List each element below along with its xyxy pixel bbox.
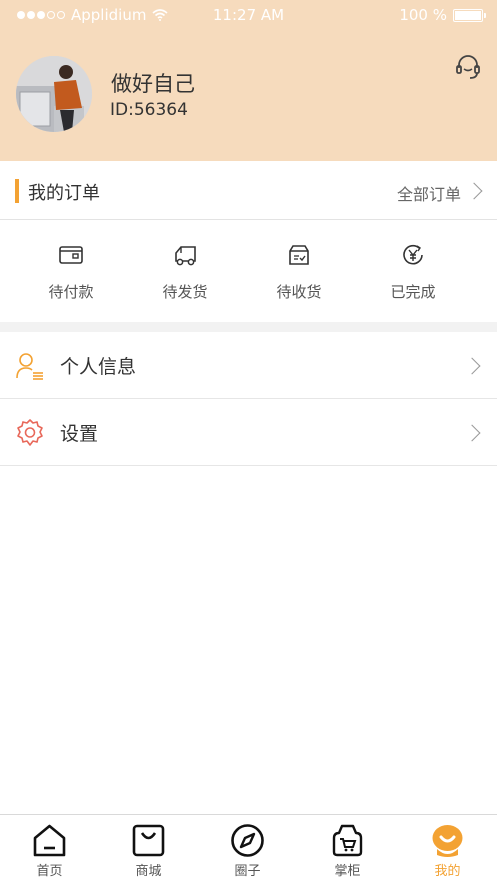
wallet-icon [59, 246, 83, 264]
tab-shopkeeper[interactable]: 掌柜 [298, 815, 397, 883]
menu-item-label: 个人信息 [60, 356, 137, 378]
mine-icon [432, 825, 463, 857]
order-item-label: 待发货 [162, 283, 208, 301]
order-completed[interactable]: 已完成 [356, 221, 470, 322]
user-info-icon [16, 353, 43, 380]
user-id: ID:56364 [110, 100, 188, 120]
order-pending-receipt[interactable]: 待收货 [242, 221, 356, 322]
battery-group: 100 % [399, 6, 486, 24]
home-icon [33, 824, 66, 857]
all-orders-link[interactable]: 全部订单 [397, 181, 461, 205]
menu-item-personal-info[interactable]: 个人信息 [0, 332, 497, 399]
tab-circle[interactable]: 圈子 [198, 815, 297, 883]
order-item-label: 待收货 [276, 283, 322, 301]
my-orders-header: 我的订单 全部订单 [0, 161, 497, 220]
compass-icon [231, 824, 264, 857]
section-accent-bar [15, 179, 19, 203]
username: 做好自己 [111, 72, 195, 96]
my-orders-title: 我的订单 [28, 183, 100, 204]
tab-home[interactable]: 首页 [0, 815, 99, 883]
yen-refresh-icon [403, 244, 423, 265]
inbox-icon [289, 245, 309, 265]
tab-label: 商城 [135, 864, 162, 879]
profile-screen: 做好自己 ID:56364 Applidium 11:27 AM 100 % 我… [0, 0, 497, 883]
tab-label: 掌柜 [334, 864, 361, 879]
bag-icon [132, 824, 165, 857]
order-item-label: 已完成 [390, 283, 436, 301]
order-item-label: 待付款 [48, 283, 94, 301]
cart-bag-icon [332, 824, 363, 857]
chevron-right-icon [465, 182, 483, 200]
chevron-right-icon [463, 357, 481, 375]
order-pending-payment[interactable]: 待付款 [14, 221, 128, 322]
tab-mall[interactable]: 商城 [99, 815, 198, 883]
battery-percent: 100 % [399, 6, 447, 24]
tab-label: 圈子 [234, 864, 261, 879]
avatar[interactable] [16, 56, 92, 132]
order-status-row: 待付款 待发货 待收货 已完成 [0, 221, 497, 322]
settings-icon [17, 419, 43, 446]
order-pending-shipment[interactable]: 待发货 [128, 221, 242, 322]
menu-item-settings[interactable]: 设置 [0, 399, 497, 466]
status-bar: Applidium 11:27 AM 100 % [0, 0, 497, 30]
section-divider [0, 322, 497, 332]
tab-mine[interactable]: 我的 [398, 815, 497, 883]
tab-label: 我的 [434, 864, 461, 879]
menu-item-label: 设置 [60, 423, 99, 445]
battery-icon [453, 8, 486, 22]
bottom-tab-bar: 首页 商城 圈子 掌柜 我的 [0, 814, 497, 883]
headset-icon[interactable] [454, 53, 482, 81]
chevron-right-icon [463, 424, 481, 442]
avatar-photo [16, 56, 92, 132]
truck-icon [175, 246, 196, 266]
tab-label: 首页 [36, 864, 63, 879]
